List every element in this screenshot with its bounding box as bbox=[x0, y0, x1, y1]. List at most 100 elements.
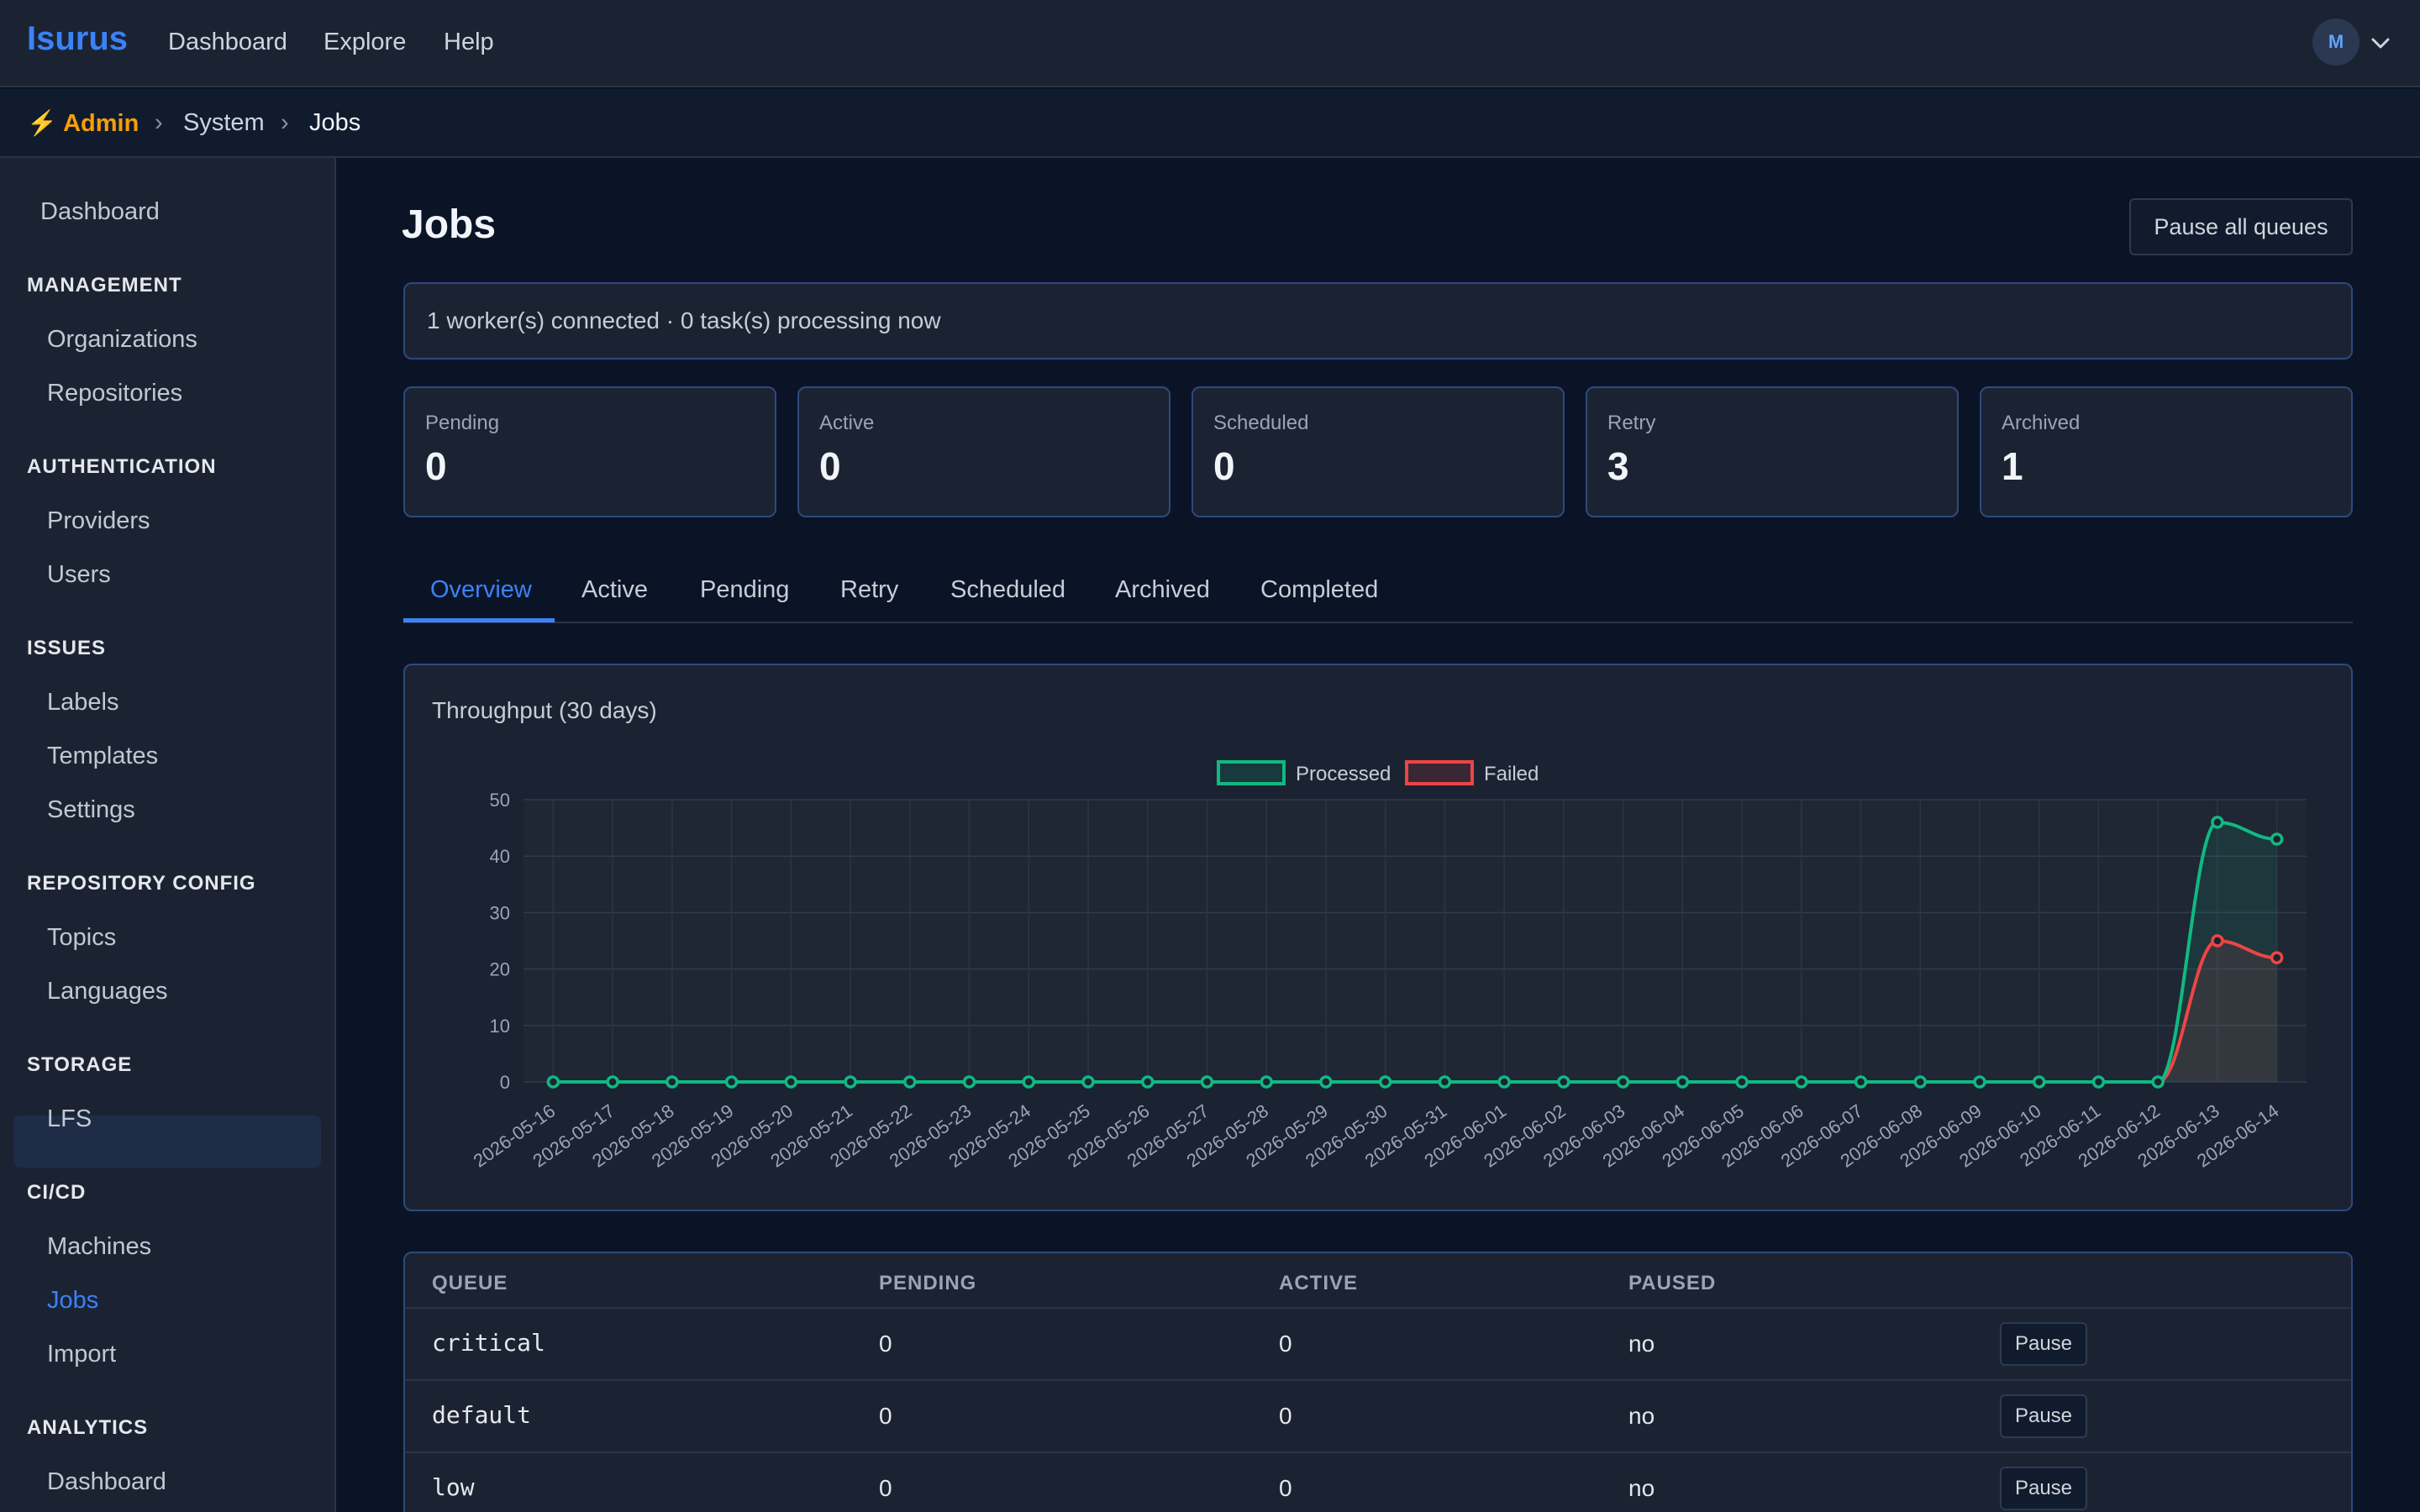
data-point bbox=[1854, 1075, 1868, 1089]
sidebar-item-labels[interactable]: Labels bbox=[47, 689, 118, 717]
stat-label: Scheduled bbox=[1213, 412, 1309, 434]
data-point bbox=[1200, 1075, 1214, 1089]
stat-label: Archived bbox=[2002, 412, 2081, 434]
tab-pending[interactable]: Pending bbox=[700, 576, 789, 604]
sidebar-item-jobs[interactable]: Jobs bbox=[47, 1287, 98, 1315]
sidebar-section-analytics: ANALYTICS bbox=[27, 1416, 149, 1439]
data-point bbox=[606, 1075, 619, 1089]
throughput-chart: 010203040502026-05-162026-05-172026-05-1… bbox=[470, 760, 2307, 1172]
tab-overview[interactable]: Overview bbox=[430, 576, 532, 604]
data-point bbox=[1735, 1075, 1749, 1089]
column-header-active: ACTIVE bbox=[1279, 1272, 1359, 1294]
stat-card-archived: Archived 1 bbox=[1980, 386, 2353, 517]
pause-queue-button[interactable]: Pause bbox=[2000, 1394, 2087, 1438]
data-point bbox=[1319, 1075, 1333, 1089]
sidebar-item-organizations[interactable]: Organizations bbox=[47, 326, 197, 354]
data-point bbox=[2211, 934, 2224, 948]
sidebar-item-topics[interactable]: Topics bbox=[47, 924, 116, 952]
queue-active: 0 bbox=[1279, 1331, 1292, 1357]
y-tick-label: 0 bbox=[500, 1072, 510, 1093]
sidebar-item-machines[interactable]: Machines bbox=[47, 1233, 151, 1261]
sidebar-item-import[interactable]: Import bbox=[47, 1341, 116, 1368]
data-point bbox=[1260, 1075, 1273, 1089]
sidebar-item-repositories[interactable]: Repositories bbox=[47, 380, 182, 407]
sidebar-item-users[interactable]: Users bbox=[47, 561, 111, 589]
queue-pending: 0 bbox=[879, 1403, 892, 1429]
legend-label-failed: Failed bbox=[1484, 763, 1539, 785]
sidebar-item-settings[interactable]: Settings bbox=[47, 796, 135, 824]
data-point bbox=[903, 1075, 917, 1089]
sidebar-item-providers[interactable]: Providers bbox=[47, 507, 150, 535]
y-tick-label: 50 bbox=[490, 790, 510, 811]
breadcrumb: ⚡ Admin › System › Jobs bbox=[0, 89, 2420, 158]
sidebar-section-cicd: CI/CD bbox=[27, 1181, 87, 1204]
worker-status-text: 1 worker(s) connected · 0 task(s) proces… bbox=[427, 307, 941, 333]
queue-table: QUEUE PENDING ACTIVE PAUSED critical 0 0… bbox=[403, 1252, 2353, 1512]
chevron-down-icon[interactable] bbox=[2368, 30, 2393, 55]
queue-name: default bbox=[432, 1401, 532, 1429]
stat-card-scheduled: Scheduled 0 bbox=[1192, 386, 1565, 517]
pause-queue-button[interactable]: Pause bbox=[2000, 1322, 2087, 1366]
sidebar-item-lfs[interactable]: LFS bbox=[47, 1105, 92, 1133]
stat-value: 0 bbox=[1213, 444, 1235, 488]
tab-archived[interactable]: Archived bbox=[1115, 576, 1210, 604]
user-avatar[interactable]: M bbox=[2312, 18, 2360, 66]
tab-bar: Overview Active Pending Retry Scheduled … bbox=[403, 558, 2353, 623]
sidebar-section-issues: ISSUES bbox=[27, 637, 107, 659]
sidebar-item-languages[interactable]: Languages bbox=[47, 978, 168, 1005]
worker-status-banner: 1 worker(s) connected · 0 task(s) proces… bbox=[403, 282, 2353, 360]
queue-paused: no bbox=[1628, 1331, 1655, 1357]
data-point bbox=[2091, 1075, 2106, 1089]
page-title: Jobs bbox=[402, 202, 497, 247]
y-tick-label: 40 bbox=[490, 846, 510, 867]
tab-active[interactable]: Active bbox=[581, 576, 648, 604]
brand-logo[interactable]: Isurus bbox=[27, 20, 128, 58]
sidebar-item-analytics-dashboard[interactable]: Dashboard bbox=[47, 1468, 166, 1496]
stat-value: 0 bbox=[819, 444, 841, 488]
throughput-chart-card: Throughput (30 days) 0 10 20 30 40 50 2026-05-… bbox=[403, 664, 2353, 1211]
pause-queue-button[interactable]: Pause bbox=[2000, 1467, 2087, 1510]
top-nav: Isurus Dashboard Explore Help M bbox=[0, 0, 2420, 87]
y-tick-label: 30 bbox=[490, 902, 510, 923]
data-point bbox=[1081, 1075, 1095, 1089]
table-row: default 0 0 no Pause bbox=[405, 1379, 2351, 1452]
tab-retry[interactable]: Retry bbox=[840, 576, 898, 604]
y-tick-label: 20 bbox=[490, 959, 510, 980]
pause-all-queues-button[interactable]: Pause all queues bbox=[2129, 198, 2353, 255]
sidebar-item-templates[interactable]: Templates bbox=[47, 743, 158, 770]
queue-active: 0 bbox=[1279, 1475, 1292, 1501]
queue-paused: no bbox=[1628, 1475, 1655, 1501]
stat-card-retry: Retry 3 bbox=[1586, 386, 1959, 517]
data-point bbox=[1913, 1075, 1927, 1089]
breadcrumb-admin[interactable]: ⚡ Admin bbox=[27, 109, 139, 138]
data-point bbox=[546, 1075, 560, 1089]
column-header-queue: QUEUE bbox=[432, 1272, 508, 1294]
stat-label: Retry bbox=[1607, 412, 1656, 434]
nav-link-help[interactable]: Help bbox=[444, 29, 494, 56]
stat-value: 0 bbox=[425, 444, 447, 488]
data-point bbox=[724, 1075, 739, 1089]
lightning-icon: ⚡ bbox=[27, 110, 58, 137]
data-point bbox=[666, 1075, 679, 1089]
data-point bbox=[1557, 1075, 1570, 1089]
breadcrumb-system[interactable]: System bbox=[183, 109, 265, 137]
sidebar: Dashboard MANAGEMENT Organizations Repos… bbox=[0, 158, 336, 1512]
nav-link-dashboard[interactable]: Dashboard bbox=[168, 29, 287, 56]
data-point bbox=[2270, 832, 2284, 846]
data-point bbox=[844, 1075, 857, 1089]
breadcrumb-current: Jobs bbox=[309, 109, 361, 136]
stat-value: 3 bbox=[1607, 444, 1629, 488]
breadcrumb-separator: › bbox=[155, 109, 163, 136]
tab-completed[interactable]: Completed bbox=[1260, 576, 1378, 604]
data-point bbox=[1497, 1075, 1511, 1089]
data-point bbox=[1140, 1075, 1155, 1089]
data-point bbox=[1438, 1075, 1452, 1089]
data-point bbox=[962, 1075, 976, 1089]
queue-paused: no bbox=[1628, 1403, 1655, 1429]
column-header-pending: PENDING bbox=[879, 1272, 977, 1294]
tab-scheduled[interactable]: Scheduled bbox=[950, 576, 1065, 604]
legend-swatch-processed bbox=[1217, 760, 1286, 785]
nav-link-explore[interactable]: Explore bbox=[324, 29, 406, 56]
breadcrumb-admin-label: Admin bbox=[63, 110, 139, 137]
sidebar-item-dashboard[interactable]: Dashboard bbox=[40, 198, 160, 226]
